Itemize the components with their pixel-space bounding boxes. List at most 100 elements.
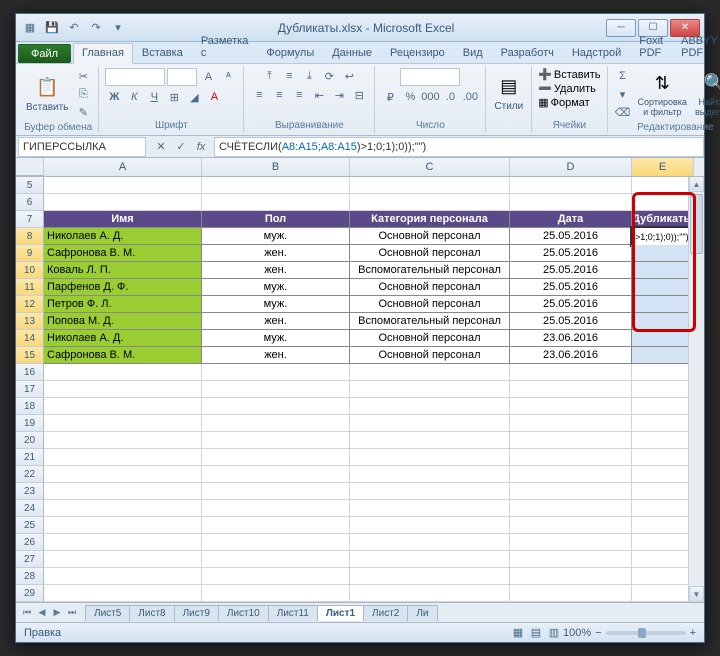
cell[interactable] <box>350 194 510 211</box>
view-layout-icon[interactable]: ▤ <box>527 625 545 641</box>
cell[interactable] <box>350 517 510 534</box>
shrink-font-icon[interactable]: ᴬ <box>219 69 237 85</box>
cell[interactable] <box>350 466 510 483</box>
cell[interactable]: Основной персонал <box>350 279 510 296</box>
align-right-icon[interactable]: ≡ <box>290 87 308 103</box>
find-select-button[interactable]: 🔍 Найти и выделить <box>693 69 720 119</box>
cell[interactable] <box>510 517 632 534</box>
fill-color-icon[interactable]: ◢ <box>185 89 203 105</box>
cell[interactable]: Вспомогательный персонал <box>350 262 510 279</box>
cell[interactable] <box>202 585 350 602</box>
tab-view[interactable]: Вид <box>454 43 492 63</box>
tab-data[interactable]: Данные <box>323 43 381 63</box>
cell[interactable] <box>44 466 202 483</box>
cell[interactable] <box>202 194 350 211</box>
paste-button[interactable]: 📋 Вставить <box>24 74 70 115</box>
cell[interactable]: Дубликаты <box>632 211 694 228</box>
cell[interactable]: жен. <box>202 245 350 262</box>
cell[interactable] <box>350 534 510 551</box>
row-header[interactable]: 15 <box>16 347 44 364</box>
cell[interactable]: Сафронова В. М. <box>44 347 202 364</box>
excel-icon[interactable]: ▦ <box>20 18 40 38</box>
cell[interactable]: Петров Ф. Л. <box>44 296 202 313</box>
cell[interactable] <box>510 568 632 585</box>
row-header[interactable]: 8 <box>16 228 44 245</box>
cell[interactable] <box>44 568 202 585</box>
cell[interactable]: 25.05.2016 <box>510 279 632 296</box>
cell[interactable]: 25.05.2016 <box>510 228 632 245</box>
cell[interactable] <box>202 381 350 398</box>
cell[interactable]: Основной персонал <box>350 347 510 364</box>
cell[interactable] <box>632 517 694 534</box>
fill-icon[interactable]: ▾ <box>614 86 632 102</box>
sort-filter-button[interactable]: ⇅ Сортировка и фильтр <box>636 69 689 119</box>
cell[interactable] <box>350 449 510 466</box>
align-bottom-icon[interactable]: ⤓ <box>300 68 318 84</box>
align-middle-icon[interactable]: ≡ <box>280 68 298 84</box>
cut-icon[interactable]: ✂ <box>74 68 92 84</box>
row-header[interactable]: 9 <box>16 245 44 262</box>
row-header[interactable]: 16 <box>16 364 44 381</box>
cell[interactable] <box>350 398 510 415</box>
cell[interactable]: муж. <box>202 228 350 245</box>
cell[interactable] <box>510 585 632 602</box>
format-painter-icon[interactable]: ✎ <box>74 104 92 120</box>
cell[interactable] <box>202 398 350 415</box>
cell[interactable]: 25.05.2016 <box>510 262 632 279</box>
font-size[interactable] <box>167 68 197 86</box>
cell[interactable]: 25.05.2016 <box>510 296 632 313</box>
cell[interactable] <box>44 483 202 500</box>
row-header[interactable]: 26 <box>16 534 44 551</box>
indent-inc-icon[interactable]: ⇥ <box>330 87 348 103</box>
cell[interactable]: Основной персонал <box>350 330 510 347</box>
tab-insert[interactable]: Вставка <box>133 43 192 63</box>
cell[interactable] <box>632 432 694 449</box>
cell[interactable] <box>510 398 632 415</box>
cell[interactable] <box>44 398 202 415</box>
cell[interactable]: муж. <box>202 296 350 313</box>
cell[interactable]: Дата <box>510 211 632 228</box>
cell[interactable]: Николаев А. Д. <box>44 228 202 245</box>
cell[interactable]: Имя <box>44 211 202 228</box>
cell[interactable]: муж. <box>202 330 350 347</box>
inc-decimal-icon[interactable]: .0 <box>441 89 459 105</box>
cell[interactable]: Николаев А. Д. <box>44 330 202 347</box>
align-left-icon[interactable]: ≡ <box>250 87 268 103</box>
cell[interactable] <box>202 466 350 483</box>
col-header-D[interactable]: D <box>510 158 632 176</box>
cell[interactable] <box>632 381 694 398</box>
cell[interactable] <box>632 313 694 330</box>
row-header[interactable]: 28 <box>16 568 44 585</box>
tab-addins[interactable]: Надстрой <box>563 43 630 63</box>
cell[interactable] <box>632 364 694 381</box>
cell[interactable] <box>632 296 694 313</box>
cell[interactable]: жен. <box>202 262 350 279</box>
scroll-down-icon[interactable]: ▼ <box>689 586 704 602</box>
cell[interactable] <box>350 415 510 432</box>
row-header[interactable]: 11 <box>16 279 44 296</box>
cell[interactable]: Сафронова В. М. <box>44 245 202 262</box>
cell[interactable] <box>632 500 694 517</box>
fx-icon[interactable]: fx <box>192 138 210 156</box>
sheet-tab[interactable]: Ли <box>407 605 437 621</box>
cell[interactable] <box>350 500 510 517</box>
zoom-out-icon[interactable]: − <box>595 627 601 639</box>
cell[interactable] <box>350 381 510 398</box>
tab-dev[interactable]: Разработч <box>492 43 563 63</box>
cell[interactable] <box>632 415 694 432</box>
cell[interactable] <box>202 483 350 500</box>
grid[interactable]: A B C D E 567ИмяПолКатегория персоналаДа… <box>16 158 704 602</box>
tab-abbyy[interactable]: ABBYY PDF <box>672 31 720 63</box>
cell[interactable] <box>632 551 694 568</box>
tab-foxit[interactable]: Foxit PDF <box>630 31 672 63</box>
cell[interactable] <box>350 568 510 585</box>
cell[interactable] <box>510 449 632 466</box>
cancel-formula-icon[interactable]: ✕ <box>152 138 170 156</box>
delete-cells-button[interactable]: ➖ Удалить <box>538 82 596 95</box>
row-header[interactable]: 14 <box>16 330 44 347</box>
sheet-tab[interactable]: Лист10 <box>218 605 269 621</box>
tab-review[interactable]: Рецензиро <box>381 43 454 63</box>
cell[interactable] <box>510 194 632 211</box>
sheet-tab[interactable]: Лист2 <box>363 605 408 621</box>
cell[interactable] <box>202 177 350 194</box>
